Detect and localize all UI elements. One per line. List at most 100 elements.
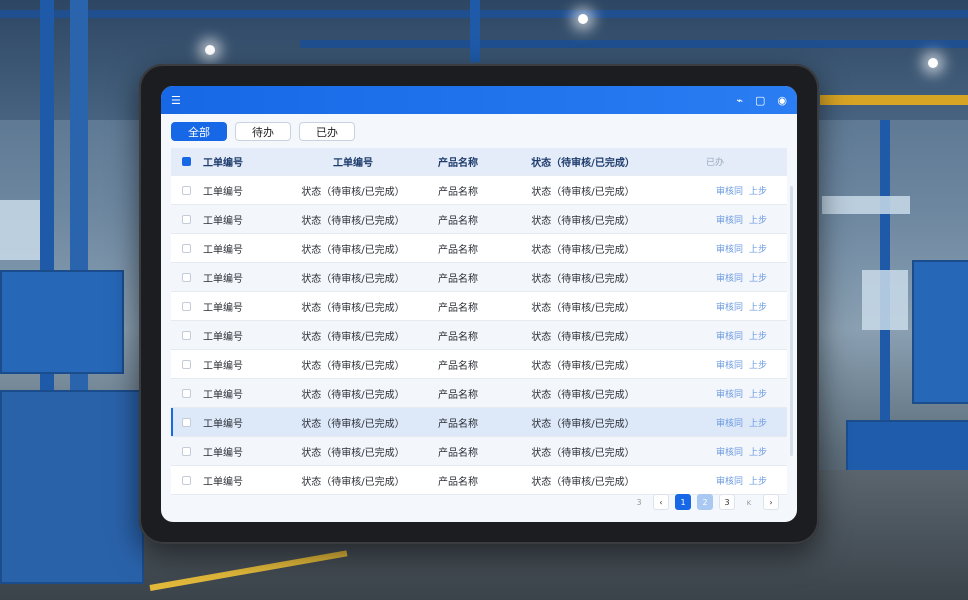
page-1-button[interactable]: 1 (675, 494, 691, 510)
row-checkbox[interactable] (182, 475, 191, 485)
menu-icon[interactable]: ☰ (171, 95, 181, 106)
cell-status: 状态（待审核/已完成） (531, 389, 635, 401)
review-link[interactable]: 审核同 (716, 477, 743, 487)
table-row[interactable]: 工单编号 状态（待审核/已完成） 产品名称 状态（待审核/已完成） 审核同 上步 (171, 176, 787, 205)
prev-step-link[interactable]: 上步 (749, 332, 767, 342)
prev-step-link[interactable]: 上步 (749, 361, 767, 371)
window-icon[interactable]: ▢ (755, 95, 765, 106)
ceiling-lamp (578, 14, 588, 24)
row-checkbox[interactable] (182, 388, 191, 398)
cell-order-status: 状态（待审核/已完成） (301, 186, 405, 198)
table-row[interactable]: 工单编号 状态（待审核/已完成） 产品名称 状态（待审核/已完成） 审核同 上步 (171, 437, 787, 466)
cell-product: 产品名称 (438, 389, 478, 401)
window (822, 196, 910, 214)
select-all-checkbox[interactable] (182, 157, 191, 166)
prev-step-link[interactable]: 上步 (749, 419, 767, 429)
row-checkbox[interactable] (182, 185, 191, 195)
page-more[interactable]: ĸ (741, 494, 757, 510)
window (862, 270, 908, 330)
cell-order-status: 状态（待审核/已完成） (301, 273, 405, 285)
cell-order-id: 工单编号 (203, 331, 243, 343)
ceiling-lamp (205, 45, 215, 55)
cell-order-status: 状态（待审核/已完成） (301, 418, 405, 430)
tab-done[interactable]: 已办 (299, 122, 355, 141)
tab-todo[interactable]: 待办 (235, 122, 291, 141)
tab-all[interactable]: 全部 (171, 122, 227, 141)
tablet-screen: ☰ ⌁ ▢ ◉ 全部 待办 已办 工单编号 工单编号 产品名称 状态（待审核/已… (161, 86, 797, 522)
prev-step-link[interactable]: 上步 (749, 390, 767, 400)
prev-step-link[interactable]: 上步 (749, 216, 767, 226)
prev-step-link[interactable]: 上步 (749, 274, 767, 284)
window (0, 200, 40, 260)
cell-status: 状态（待审核/已完成） (531, 331, 635, 343)
cell-actions: 审核同 上步 (663, 329, 787, 342)
page-first[interactable]: 3 (631, 494, 647, 510)
prev-step-link[interactable]: 上步 (749, 245, 767, 255)
prev-step-link[interactable]: 上步 (749, 477, 767, 487)
cell-order-id: 工单编号 (203, 418, 243, 430)
row-checkbox[interactable] (182, 243, 191, 253)
row-checkbox[interactable] (182, 359, 191, 369)
prev-step-link[interactable]: 上步 (749, 303, 767, 313)
prev-step-link[interactable]: 上步 (749, 448, 767, 458)
table-row[interactable]: 工单编号 状态（待审核/已完成） 产品名称 状态（待审核/已完成） 审核同 上步 (171, 466, 787, 495)
row-checkbox[interactable] (182, 214, 191, 224)
machine (912, 260, 968, 404)
header-actions: 已办 (705, 158, 724, 168)
conveyor (0, 390, 144, 584)
cell-actions: 审核同 上步 (663, 387, 787, 400)
page-next-button[interactable]: › (763, 494, 779, 510)
review-link[interactable]: 审核同 (716, 274, 743, 284)
table-row[interactable]: 工单编号 状态（待审核/已完成） 产品名称 状态（待审核/已完成） 审核同 上步 (171, 408, 787, 437)
cell-status: 状态（待审核/已完成） (531, 244, 635, 256)
cell-order-status: 状态（待审核/已完成） (301, 447, 405, 459)
page-prev-button[interactable]: ‹ (653, 494, 669, 510)
header-order-no: 工单编号 (333, 158, 373, 169)
review-link[interactable]: 审核同 (716, 216, 743, 226)
review-link[interactable]: 审核同 (716, 332, 743, 342)
row-checkbox[interactable] (182, 272, 191, 282)
cell-product: 产品名称 (438, 447, 478, 459)
table-row[interactable]: 工单编号 状态（待审核/已完成） 产品名称 状态（待审核/已完成） 审核同 上步 (171, 234, 787, 263)
table-row[interactable]: 工单编号 状态（待审核/已完成） 产品名称 状态（待审核/已完成） 审核同 上步 (171, 205, 787, 234)
table-row[interactable]: 工单编号 状态（待审核/已完成） 产品名称 状态（待审核/已完成） 审核同 上步 (171, 321, 787, 350)
table-row[interactable]: 工单编号 状态（待审核/已完成） 产品名称 状态（待审核/已完成） 审核同 上步 (171, 379, 787, 408)
review-link[interactable]: 审核同 (716, 390, 743, 400)
table-row[interactable]: 工单编号 状态（待审核/已完成） 产品名称 状态（待审核/已完成） 审核同 上步 (171, 292, 787, 321)
cell-status: 状态（待审核/已完成） (531, 476, 635, 488)
row-checkbox[interactable] (182, 301, 191, 311)
page-2-button[interactable]: 2 (697, 494, 713, 510)
minimize-icon[interactable]: ⌁ (736, 95, 743, 106)
header-status: 状态（待审核/已完成） (531, 158, 635, 169)
cell-order-id: 工单编号 (203, 476, 243, 488)
user-icon[interactable]: ◉ (777, 95, 787, 106)
cell-actions: 审核同 上步 (663, 300, 787, 313)
machine (0, 270, 124, 374)
table-row[interactable]: 工单编号 状态（待审核/已完成） 产品名称 状态（待审核/已完成） 审核同 上步 (171, 263, 787, 292)
cell-product: 产品名称 (438, 273, 478, 285)
review-link[interactable]: 审核同 (716, 361, 743, 371)
row-checkbox[interactable] (182, 446, 191, 456)
review-link[interactable]: 审核同 (716, 245, 743, 255)
review-link[interactable]: 审核同 (716, 419, 743, 429)
cell-product: 产品名称 (438, 418, 478, 430)
review-link[interactable]: 审核同 (716, 448, 743, 458)
table-row[interactable]: 工单编号 状态（待审核/已完成） 产品名称 状态（待审核/已完成） 审核同 上步 (171, 350, 787, 379)
cell-order-status: 状态（待审核/已完成） (301, 476, 405, 488)
review-link[interactable]: 审核同 (716, 187, 743, 197)
cell-order-id: 工单编号 (203, 360, 243, 372)
review-link[interactable]: 审核同 (716, 303, 743, 313)
app-top-bar: ☰ ⌁ ▢ ◉ (161, 86, 797, 114)
page-3-button[interactable]: 3 (719, 494, 735, 510)
row-checkbox[interactable] (182, 417, 191, 427)
cell-actions: 审核同 上步 (663, 213, 787, 226)
row-checkbox[interactable] (182, 330, 191, 340)
cell-actions: 审核同 上步 (663, 416, 787, 429)
cell-actions: 审核同 上步 (663, 271, 787, 284)
table-scrollbar[interactable] (790, 186, 793, 456)
prev-step-link[interactable]: 上步 (749, 187, 767, 197)
cell-status: 状态（待审核/已完成） (531, 186, 635, 198)
cell-product: 产品名称 (438, 244, 478, 256)
cell-order-id: 工单编号 (203, 244, 243, 256)
cell-actions: 审核同 上步 (663, 474, 787, 487)
